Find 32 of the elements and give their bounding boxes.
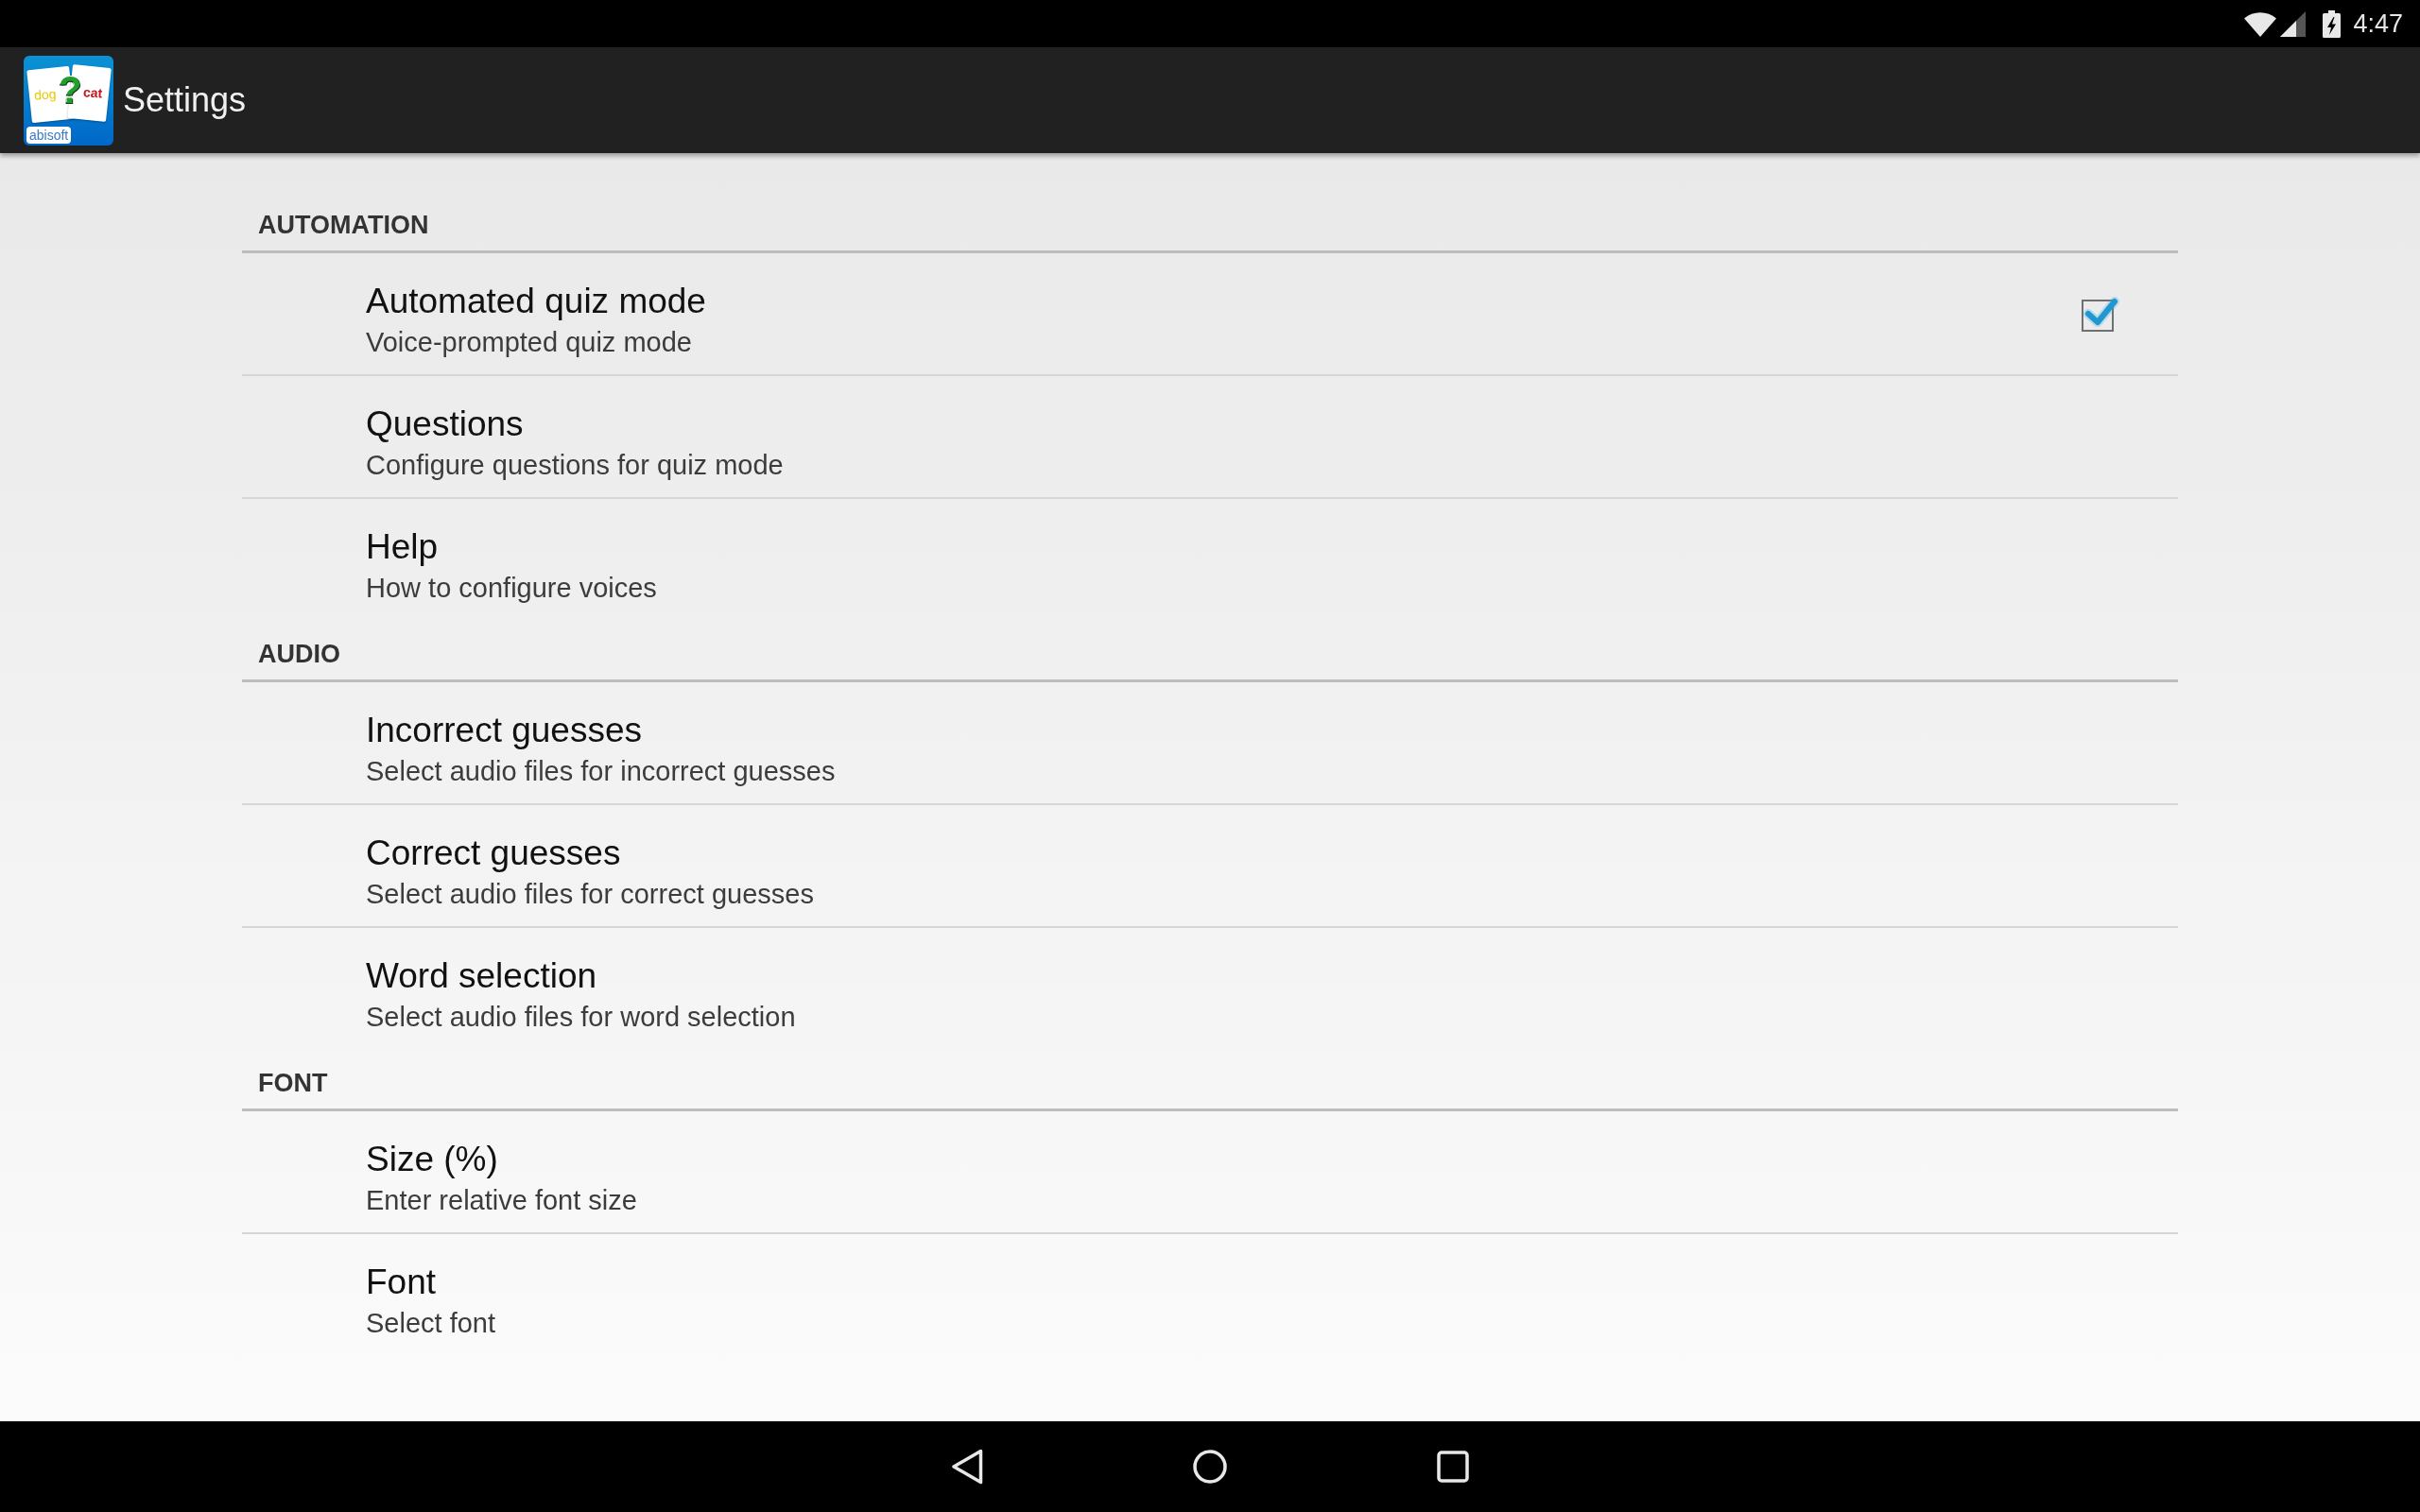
screen-title: Settings xyxy=(123,79,247,121)
setting-title: Word selection xyxy=(366,955,597,997)
wifi-icon xyxy=(2244,10,2277,37)
cell-signal-icon xyxy=(2280,10,2307,37)
setting-title: Size (%) xyxy=(366,1139,498,1180)
setting-summary: Select audio files for incorrect guesses xyxy=(366,755,836,788)
section-header: FONT xyxy=(258,1068,328,1099)
setting-title: Automated quiz mode xyxy=(366,281,706,322)
setting-summary: Voice-prompted quiz mode xyxy=(366,326,692,359)
setting-title: Incorrect guesses xyxy=(366,710,643,751)
setting-title: Font xyxy=(366,1262,437,1303)
battery-charging-icon xyxy=(2323,9,2342,38)
setting-title: Help xyxy=(366,526,439,568)
setting-summary: Enter relative font size xyxy=(366,1184,637,1217)
back-icon xyxy=(951,1449,983,1485)
setting-title: Questions xyxy=(366,404,524,445)
logo-word: dog xyxy=(33,85,57,103)
logo-question-mark: ? xyxy=(59,68,82,111)
recents-square-icon xyxy=(1437,1451,1469,1483)
setting-summary: Configure questions for quiz mode xyxy=(366,449,784,482)
setting-summary: Select audio files for correct guesses xyxy=(366,878,814,911)
section-header: AUDIO xyxy=(258,639,340,670)
status-time: 4:47 xyxy=(2353,9,2403,39)
setting-summary: How to configure voices xyxy=(366,572,657,605)
logo-label: abisoft xyxy=(26,126,72,144)
setting-summary: Select font xyxy=(366,1307,496,1340)
setting-title: Correct guesses xyxy=(366,833,621,874)
logo-word: cat xyxy=(82,83,103,101)
setting-summary: Select audio files for word selection xyxy=(366,1001,796,1034)
checkbox[interactable] xyxy=(2082,296,2121,332)
section-header: AUTOMATION xyxy=(258,210,429,241)
home-circle-icon xyxy=(1193,1450,1227,1484)
